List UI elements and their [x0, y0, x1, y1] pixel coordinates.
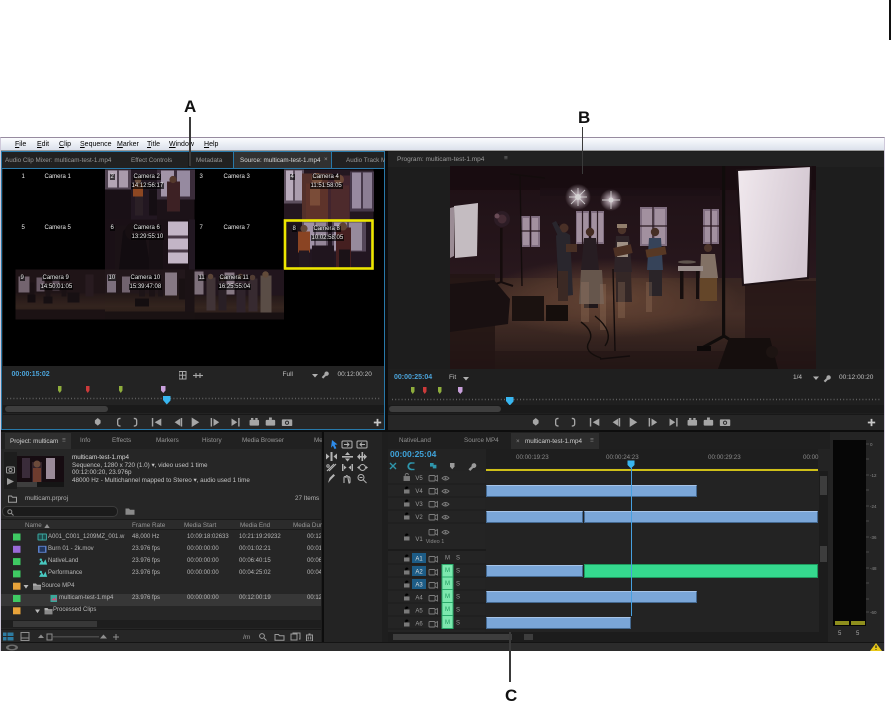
- svg-text:Im: Im: [243, 634, 251, 641]
- svg-text:-12: -12: [870, 473, 877, 478]
- svg-text:V1: V1: [415, 537, 423, 543]
- svg-text:M: M: [445, 607, 450, 613]
- svg-text:M: M: [445, 594, 450, 600]
- svg-text:V2: V2: [415, 515, 423, 521]
- svg-text:M: M: [445, 620, 450, 626]
- svg-text:Video 1: Video 1: [426, 539, 445, 545]
- svg-text:M: M: [445, 556, 450, 562]
- svg-text:M: M: [445, 581, 450, 587]
- svg-text:A6: A6: [415, 622, 423, 628]
- svg-text:-36: -36: [870, 535, 877, 540]
- svg-text:0: 0: [870, 442, 873, 447]
- svg-text:A4: A4: [415, 596, 423, 602]
- svg-text:S: S: [456, 595, 460, 601]
- svg-text:A5: A5: [415, 609, 423, 615]
- svg-text:-48: -48: [870, 566, 877, 571]
- svg-text:V3: V3: [415, 502, 423, 508]
- svg-text:S: S: [456, 621, 460, 627]
- svg-text:S: S: [456, 582, 460, 588]
- svg-text:S: S: [456, 608, 460, 614]
- svg-text:S: S: [456, 556, 460, 562]
- svg-text:A1: A1: [415, 557, 423, 563]
- svg-text:S: S: [456, 569, 460, 575]
- svg-text:A3: A3: [415, 583, 423, 589]
- svg-text:A2: A2: [415, 570, 423, 576]
- svg-text:-60: -60: [870, 610, 877, 615]
- svg-text:V4: V4: [415, 489, 423, 495]
- svg-text:M: M: [445, 568, 450, 574]
- svg-text:-24: -24: [870, 504, 877, 509]
- svg-text:V5: V5: [415, 476, 423, 482]
